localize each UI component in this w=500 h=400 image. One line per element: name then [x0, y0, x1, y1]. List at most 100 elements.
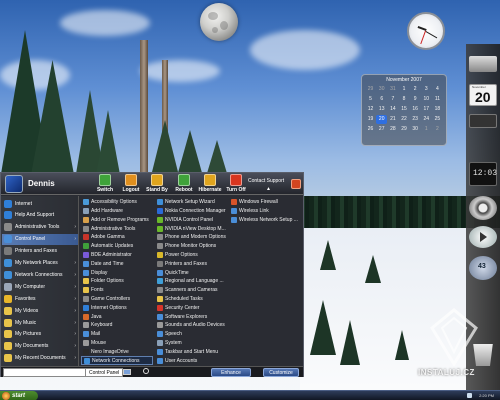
speaker-icon[interactable] — [467, 393, 472, 398]
control-panel-item[interactable]: Nero ImageDrive — [81, 348, 153, 357]
control-panel-item[interactable]: System — [155, 339, 227, 348]
calendar-day[interactable]: 2 — [410, 85, 421, 94]
calendar-day[interactable]: 7 — [387, 95, 398, 104]
control-panel-item[interactable]: Speech — [155, 330, 227, 339]
calendar-day[interactable]: 14 — [387, 105, 398, 114]
logout-button[interactable]: Logout — [118, 174, 144, 193]
start-menu-item[interactable]: Favorites › — [2, 293, 78, 304]
control-panel-item[interactable]: Windows Firewall — [229, 198, 303, 207]
calendar-day[interactable]: 30 — [376, 85, 387, 94]
control-panel-item[interactable]: Add Hardware — [81, 207, 153, 216]
calendar-day[interactable]: 20 — [376, 115, 388, 124]
control-panel-item[interactable]: Security Center — [155, 304, 227, 313]
calendar-day[interactable]: 27 — [376, 125, 387, 134]
start-menu-item[interactable]: My Videos › — [2, 305, 78, 316]
control-panel-item[interactable]: Internet Options — [81, 304, 153, 313]
control-panel-item[interactable]: BDE Administrator — [81, 251, 153, 260]
customize-button[interactable]: Customize — [263, 368, 299, 377]
calendar-day[interactable]: 9 — [410, 95, 421, 104]
tray-clock[interactable]: 2:20 PM — [479, 393, 494, 398]
contact-support-link[interactable]: Contact Support — [248, 178, 284, 184]
close-icon[interactable] — [291, 179, 301, 189]
turn-off-button[interactable]: Turn Off — [223, 174, 249, 193]
control-panel-item[interactable]: Fonts — [81, 286, 153, 295]
control-panel-item[interactable]: NVIDIA nView Desktop M... — [155, 224, 227, 233]
search-icon[interactable] — [143, 368, 149, 374]
control-panel-item[interactable]: Display — [81, 268, 153, 277]
calendar-day[interactable]: 26 — [365, 125, 376, 134]
start-menu-item[interactable]: Help And Support — [2, 210, 78, 221]
calendar-gadget[interactable]: November 2007 29 30 31 1 2 3 4 5 6 7 8 9 10 11 12 13 14 1… — [361, 74, 447, 146]
control-panel-item[interactable]: QuickTime — [155, 268, 227, 277]
control-panel-item[interactable]: Power Options — [155, 251, 227, 260]
start-menu-item[interactable]: Printers and Faxes — [2, 246, 78, 257]
start-menu-item[interactable]: My Documents › — [2, 341, 78, 352]
control-panel-item[interactable]: NVIDIA Control Panel — [155, 216, 227, 225]
control-panel-item[interactable]: User Accounts — [155, 356, 227, 365]
control-panel-item[interactable]: Adobe Gamma — [81, 233, 153, 242]
calendar-day[interactable]: 4 — [432, 85, 443, 94]
sidebar-play-button[interactable] — [469, 226, 497, 248]
control-panel-item[interactable]: Accessibility Options — [81, 198, 153, 207]
control-panel-item[interactable]: Printers and Faxes — [155, 260, 227, 269]
control-panel-item[interactable]: Add or Remove Programs — [81, 216, 153, 225]
calendar-day[interactable]: 15 — [398, 105, 409, 114]
control-panel-item[interactable]: Mail — [81, 330, 153, 339]
calendar-day[interactable]: 12 — [365, 105, 376, 114]
sidebar-date-tile[interactable]: November 20 — [469, 84, 497, 106]
calendar-day[interactable]: 29 — [398, 125, 409, 134]
start-menu-item[interactable]: My Pictures › — [2, 329, 78, 340]
enhance-button[interactable]: Enhance — [211, 368, 251, 377]
calendar-day[interactable]: 3 — [421, 85, 432, 94]
control-panel-item[interactable]: Folder Options — [81, 277, 153, 286]
calendar-day[interactable]: 21 — [387, 115, 398, 124]
start-menu-item[interactable]: My Network Places › — [2, 258, 78, 269]
control-panel-item[interactable]: Software Explorers — [155, 312, 227, 321]
start-menu-item[interactable]: Administrative Tools › — [2, 222, 78, 233]
chevron-up-icon[interactable]: ▲ — [266, 186, 271, 192]
start-menu-item[interactable]: My Recent Documents › — [2, 353, 78, 364]
sidebar-misc-tile[interactable] — [469, 114, 497, 128]
calendar-day[interactable]: 16 — [410, 105, 421, 114]
calendar-day[interactable]: 25 — [432, 115, 443, 124]
search-input[interactable] — [3, 368, 93, 377]
control-panel-tab[interactable]: Control Panel — [85, 368, 124, 377]
switch-user-button[interactable]: Switch — [92, 174, 118, 193]
stand-by-button[interactable]: Stand By — [144, 174, 170, 193]
calendar-day[interactable]: 17 — [421, 105, 432, 114]
hibernate-button[interactable]: Hibernate — [197, 174, 223, 193]
control-panel-item[interactable]: Wireless Link — [229, 207, 303, 216]
control-panel-item[interactable]: Mouse — [81, 339, 153, 348]
calendar-day[interactable]: 8 — [398, 95, 409, 104]
monitor-icon[interactable] — [123, 369, 131, 375]
control-panel-item[interactable]: Sounds and Audio Devices — [155, 321, 227, 330]
clock-gadget[interactable] — [407, 12, 445, 50]
control-panel-item[interactable]: Nokia Connection Manager — [155, 207, 227, 216]
calendar-day[interactable]: 10 — [421, 95, 432, 104]
calendar-day[interactable]: 18 — [432, 105, 443, 114]
calendar-day[interactable]: 22 — [398, 115, 409, 124]
start-menu-item[interactable]: Network Connections › — [2, 269, 78, 280]
calendar-day[interactable]: 1 — [421, 125, 432, 134]
calendar-day[interactable]: 31 — [387, 85, 398, 94]
calendar-day[interactable]: 13 — [376, 105, 387, 114]
control-panel-item[interactable]: Date and Time — [81, 260, 153, 269]
sidebar-record-tile[interactable] — [469, 196, 497, 220]
control-panel-item[interactable]: Network Setup Wizard — [155, 198, 227, 207]
control-panel-item[interactable]: Network Connections — [81, 356, 153, 365]
calendar-day[interactable]: 19 — [365, 115, 376, 124]
sidebar-time-tile[interactable]: 12:03 — [469, 162, 497, 186]
start-button[interactable]: start — [0, 391, 38, 400]
control-panel-item[interactable]: Regional and Language ... — [155, 277, 227, 286]
control-panel-item[interactable]: Automatic Updates — [81, 242, 153, 251]
calendar-day[interactable]: 6 — [376, 95, 387, 104]
calendar-day[interactable]: 29 — [365, 85, 376, 94]
calendar-day[interactable]: 11 — [432, 95, 443, 104]
calendar-day[interactable]: 28 — [387, 125, 398, 134]
calendar-day[interactable]: 30 — [410, 125, 421, 134]
calendar-day[interactable]: 23 — [410, 115, 421, 124]
calendar-day[interactable]: 24 — [421, 115, 432, 124]
control-panel-item[interactable]: Scheduled Tasks — [155, 295, 227, 304]
control-panel-item[interactable]: Java — [81, 312, 153, 321]
start-menu-item[interactable]: Internet — [2, 198, 78, 209]
